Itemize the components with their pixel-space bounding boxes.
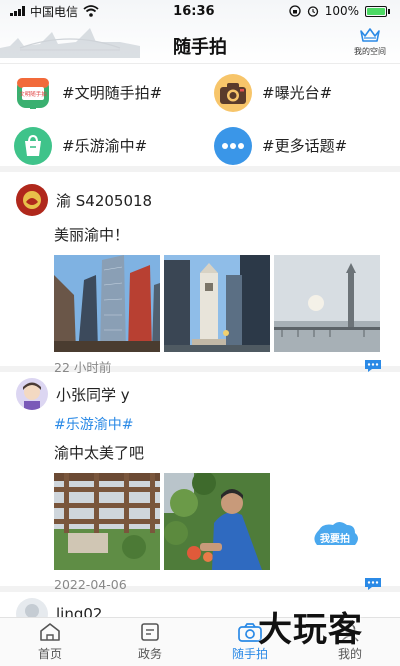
monument-tower-photo[interactable] [164,255,270,352]
topic-label: #乐游渝中# [62,137,148,155]
topic-travel-yuzhong[interactable]: #乐游渝中# [0,119,200,172]
skyscrapers-photo[interactable] [54,255,160,352]
hazy-riverfront-photo[interactable] [274,255,380,352]
topic-label: #文明随手拍# [62,84,163,102]
avatar[interactable] [16,378,48,410]
nav-label: 首页 [37,647,62,661]
document-icon [141,623,159,641]
wifi-icon [83,5,99,17]
topic-exposure[interactable]: #曝光台# [200,66,400,119]
topic-label: #曝光台# [262,84,333,102]
post-text: 渝中太美了吧 [54,444,145,462]
comment-icon[interactable] [364,577,382,591]
username[interactable]: 渝 S4205018 [56,190,152,211]
signal-icon [10,6,25,16]
status-bar: 中国电信 16:36 100% [0,0,400,22]
topic-grid: 文明随手拍 #文明随手拍# #曝光台# #乐游渝中# #更多话题# [0,66,400,172]
avatar[interactable] [16,184,48,216]
civilization-photo-icon: 文明随手拍 [14,74,52,112]
post-hashtag[interactable]: #乐游渝中# [54,414,386,434]
post-card[interactable]: 小张同学 y #乐游渝中# 渝中太美了吧 2022-04-06 [0,372,400,592]
camera-icon [214,73,252,112]
battery-percent: 100% [324,4,359,18]
post-text: 美丽渝中！ [54,226,130,244]
nav-label: 政务 [137,647,162,661]
more-icon [214,126,252,165]
crown-icon [360,28,380,42]
shopping-bag-icon [14,126,52,165]
topic-badge-text: 文明随手拍 [19,90,47,98]
topic-more[interactable]: #更多话题# [200,119,400,172]
post-time: 2022-04-06 [54,576,127,592]
comment-icon[interactable] [364,359,382,373]
my-space-button[interactable]: 我的空间 [348,26,392,57]
carrier-name: 中国电信 [30,4,79,19]
post-card[interactable]: 渝 S4205018 美丽渝中！ 22 小时前 [0,178,400,375]
topic-civilization-photo[interactable]: 文明随手拍 #文明随手拍# [0,66,200,119]
pergola-garden-photo[interactable] [54,473,160,570]
gardener-pruning-photo[interactable] [164,473,270,570]
site-watermark: 大玩客 [258,610,363,650]
nav-home[interactable]: 首页 [0,618,100,666]
username[interactable]: 小张同学 y [56,384,130,405]
post-feed: 渝 S4205018 美丽渝中！ 22 小时前 小张同学 y #乐游渝中# 渝中… [0,178,400,652]
battery-icon [365,5,390,17]
clock: 16:36 [173,3,215,19]
alarm-icon [307,6,318,17]
capture-fab-button[interactable]: 我要拍 [309,518,361,558]
rotation-lock-icon [289,5,301,17]
nav-government[interactable]: 政务 [100,618,200,666]
page-title: 随手拍 [173,37,227,58]
topic-label: #更多话题# [262,137,348,155]
capture-fab-label: 我要拍 [320,532,350,545]
home-icon [40,623,60,641]
photo-grid [54,255,386,352]
my-space-label: 我的空间 [354,47,386,56]
